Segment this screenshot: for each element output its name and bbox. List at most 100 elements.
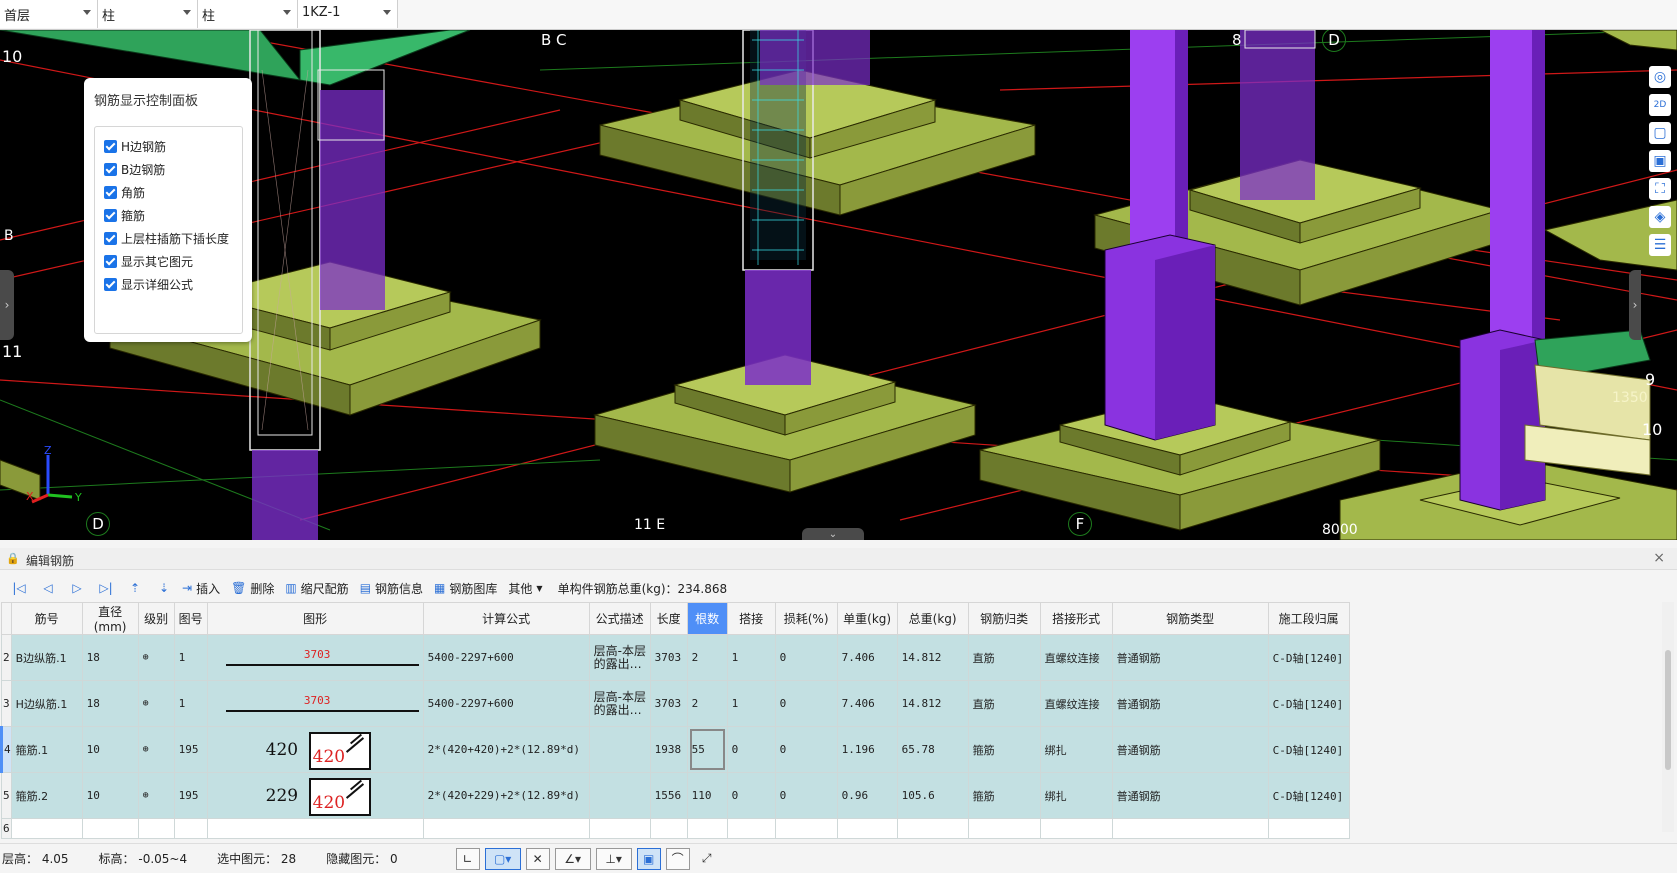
col-header[interactable]: 钢筋类型 [1111,602,1269,635]
last-record-icon[interactable]: ▷| [95,579,117,597]
cell-segment[interactable]: C-D轴[1240] [1267,634,1350,681]
cell-lap[interactable]: 1 [726,634,776,681]
option-detailed-formula[interactable]: 显示详细公式 [104,273,242,296]
cell-unit-weight[interactable]: 0.96 [836,772,898,819]
category-select[interactable]: 柱 [98,0,198,28]
cell-lap-type[interactable]: 直螺纹连接 [1039,634,1113,681]
cell-formula[interactable]: 2*(420+420)+2*(12.89*d) [422,726,590,773]
orbit-icon[interactable]: ◎ [1649,66,1671,88]
cube-view-icon[interactable]: ◈ [1649,206,1671,228]
cell-category[interactable]: 直筋 [967,634,1041,681]
empty-cell[interactable] [137,818,175,839]
offset-snap-icon[interactable]: ⊥▾ [595,847,632,870]
move-down-icon[interactable]: ⇣ [153,579,175,597]
right-collapse-handle[interactable]: › [1629,270,1641,340]
col-header[interactable]: 长度 [649,602,688,635]
col-header[interactable]: 图号 [173,602,208,635]
empty-cell[interactable] [1039,818,1113,839]
cell-lap-type[interactable]: 直螺纹连接 [1039,680,1113,727]
col-header-selected[interactable]: 根数 [686,602,728,635]
cell-rebar-type[interactable]: 普通钢筋 [1111,726,1269,773]
2d-view-icon[interactable]: 2D [1649,94,1671,116]
cell-rebar-type[interactable]: 普通钢筋 [1111,634,1269,681]
option-corner-rebar[interactable]: 角筋 [104,181,242,204]
cell-formula[interactable]: 5400-2297+600 [422,680,590,727]
checkbox-icon[interactable] [104,278,117,291]
scale-rebar-button[interactable]: ▥ 缩尺配筋 [285,580,348,597]
lock-icon[interactable]: 🔒 [6,552,20,565]
box-view-icon[interactable]: ▣ [1649,150,1671,172]
cell-category[interactable]: 箍筋 [967,772,1041,819]
cell-total-weight[interactable]: 65.78 [896,726,969,773]
cell-count[interactable]: 110 [686,772,728,819]
empty-cell[interactable] [422,818,590,839]
cell-loss[interactable]: 0 [774,726,838,773]
empty-cell[interactable] [686,818,728,839]
row-number[interactable]: 5 [1,772,12,819]
cell-lap[interactable]: 1 [726,680,776,727]
empty-cell[interactable] [967,818,1041,839]
cell-name[interactable]: 箍筋.2 [10,772,83,819]
cell-diameter[interactable]: 10 [81,772,139,819]
cell-shape[interactable]: 3703 [206,634,424,681]
next-record-icon[interactable]: ▷ [66,579,88,597]
cell-diameter[interactable]: 18 [81,634,139,681]
table-row[interactable]: 2 B边纵筋.1 18 ⊕ 1 3703 5400-2297+600 层高-本层… [1,634,1350,681]
arc-snap-icon[interactable]: ⌒ [665,847,690,870]
cell-rebar-type[interactable]: 普通钢筋 [1111,772,1269,819]
cell-total-weight[interactable]: 105.6 [896,772,969,819]
cell-lap[interactable]: 0 [726,726,776,773]
col-header[interactable]: 搭接形式 [1039,602,1113,635]
other-menu-button[interactable]: 其他 ▼ [508,580,542,597]
cell-loss[interactable]: 0 [774,772,838,819]
cell-length[interactable]: 3703 [649,680,688,727]
cell-figure[interactable]: 1 [173,634,208,681]
cell-grade[interactable]: ⊕ [137,726,175,773]
cell-unit-weight[interactable]: 7.406 [836,634,898,681]
checkbox-icon[interactable] [104,255,117,268]
cell-name[interactable]: 箍筋.1 [10,726,83,773]
cell-total-weight[interactable]: 14.812 [896,680,969,727]
cell-diameter[interactable]: 10 [81,726,139,773]
insert-button[interactable]: ⇥ 插入 [182,580,220,597]
col-header[interactable]: 施工段归属 [1267,602,1350,635]
empty-cell[interactable] [896,818,969,839]
cross-snap-icon[interactable]: ✕ [525,847,550,870]
cell-category[interactable]: 箍筋 [967,726,1041,773]
checkbox-icon[interactable] [104,140,117,153]
bottom-collapse-handle[interactable]: ⌄ [802,528,864,540]
cell-shape[interactable]: 3703 [206,680,424,727]
cell-shape[interactable]: 229 420 [206,772,424,819]
table-scrollbar[interactable] [1662,602,1674,832]
cell-length[interactable]: 1556 [649,772,688,819]
cell-unit-weight[interactable]: 1.196 [836,726,898,773]
col-header[interactable]: 直径(mm) [81,602,139,635]
delete-button[interactable]: 🗑 删除 [231,580,274,597]
cell-loss[interactable]: 0 [774,634,838,681]
row-number[interactable]: 6 [1,818,12,839]
cell-total-weight[interactable]: 14.812 [896,634,969,681]
cell-lap[interactable]: 0 [726,772,776,819]
cell-count-selected[interactable]: 55 [686,726,728,773]
cell-count[interactable]: 2 [686,634,728,681]
ortho-icon[interactable]: ∟ [455,847,480,870]
fit-view-icon[interactable]: ⛶ [1649,178,1671,200]
col-header[interactable]: 图形 [206,602,424,635]
checkbox-icon[interactable] [104,232,117,245]
snap-box-icon[interactable]: ▢▾ [484,847,521,870]
empty-cell[interactable] [1111,818,1269,839]
table-row-empty[interactable]: 6 [1,818,1350,839]
table-row[interactable]: 5 箍筋.2 10 ⊕ 195 229 420 2*(420+229)+2*(12… [1,772,1350,819]
col-header[interactable]: 钢筋归类 [967,602,1041,635]
3d-view-icon[interactable]: ▢ [1649,122,1671,144]
table-row[interactable]: 3 H边纵筋.1 18 ⊕ 1 3703 5400-2297+600 层高-本层… [1,680,1350,727]
cell-grade[interactable]: ⊕ [137,634,175,681]
list-icon[interactable]: ☰ [1649,234,1671,256]
prev-record-icon[interactable]: ◁ [37,579,59,597]
type-select[interactable]: 柱 [198,0,298,28]
empty-cell[interactable] [588,818,651,839]
cell-segment[interactable]: C-D轴[1240] [1267,726,1350,773]
cell-description[interactable]: 层高-本层的露出… [588,634,651,681]
cell-length[interactable]: 3703 [649,634,688,681]
empty-cell[interactable] [649,818,688,839]
